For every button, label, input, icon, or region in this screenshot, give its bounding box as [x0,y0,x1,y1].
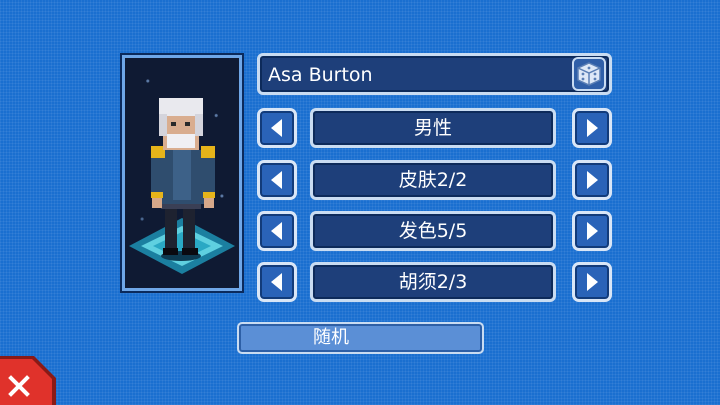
beard-row: 胡须2/3 [257,262,612,304]
name-field[interactable]: Asa Burton [257,53,612,95]
random-button[interactable]: 随机 [237,322,484,354]
arrow-left-icon [271,273,282,291]
gender-row: 男性 [257,108,612,150]
gender-prev-button[interactable] [257,108,297,148]
arrow-left-icon [271,119,282,137]
hair-color-row: 发色5/5 [257,211,612,253]
character-portrait [122,55,242,291]
hair-color-prev-button[interactable] [257,211,297,251]
arrow-left-icon [271,171,282,189]
arrow-right-icon [587,171,598,189]
arrow-right-icon [587,119,598,137]
skin-prev-button[interactable] [257,160,297,200]
hair-color-next-button[interactable] [572,211,612,251]
random-button-label: 随机 [313,327,349,348]
arrow-right-icon [587,222,598,240]
beard-prev-button[interactable] [257,262,297,302]
randomize-name-button[interactable] [572,57,606,91]
gender-next-button[interactable] [572,108,612,148]
hair-color-value: 发色5/5 [310,211,556,251]
arrow-right-icon [587,273,598,291]
gender-value: 男性 [310,108,556,148]
dice-icon [577,62,601,86]
skin-value: 皮肤2/2 [310,160,556,200]
beard-value: 胡须2/3 [310,262,556,302]
skin-row: 皮肤2/2 [257,160,612,202]
skin-next-button[interactable] [572,160,612,200]
character-name: Asa Burton [268,64,373,86]
arrow-left-icon [271,222,282,240]
beard-next-button[interactable] [572,262,612,302]
character-sprite [129,98,235,274]
close-icon [0,356,56,405]
close-button[interactable] [0,356,56,405]
